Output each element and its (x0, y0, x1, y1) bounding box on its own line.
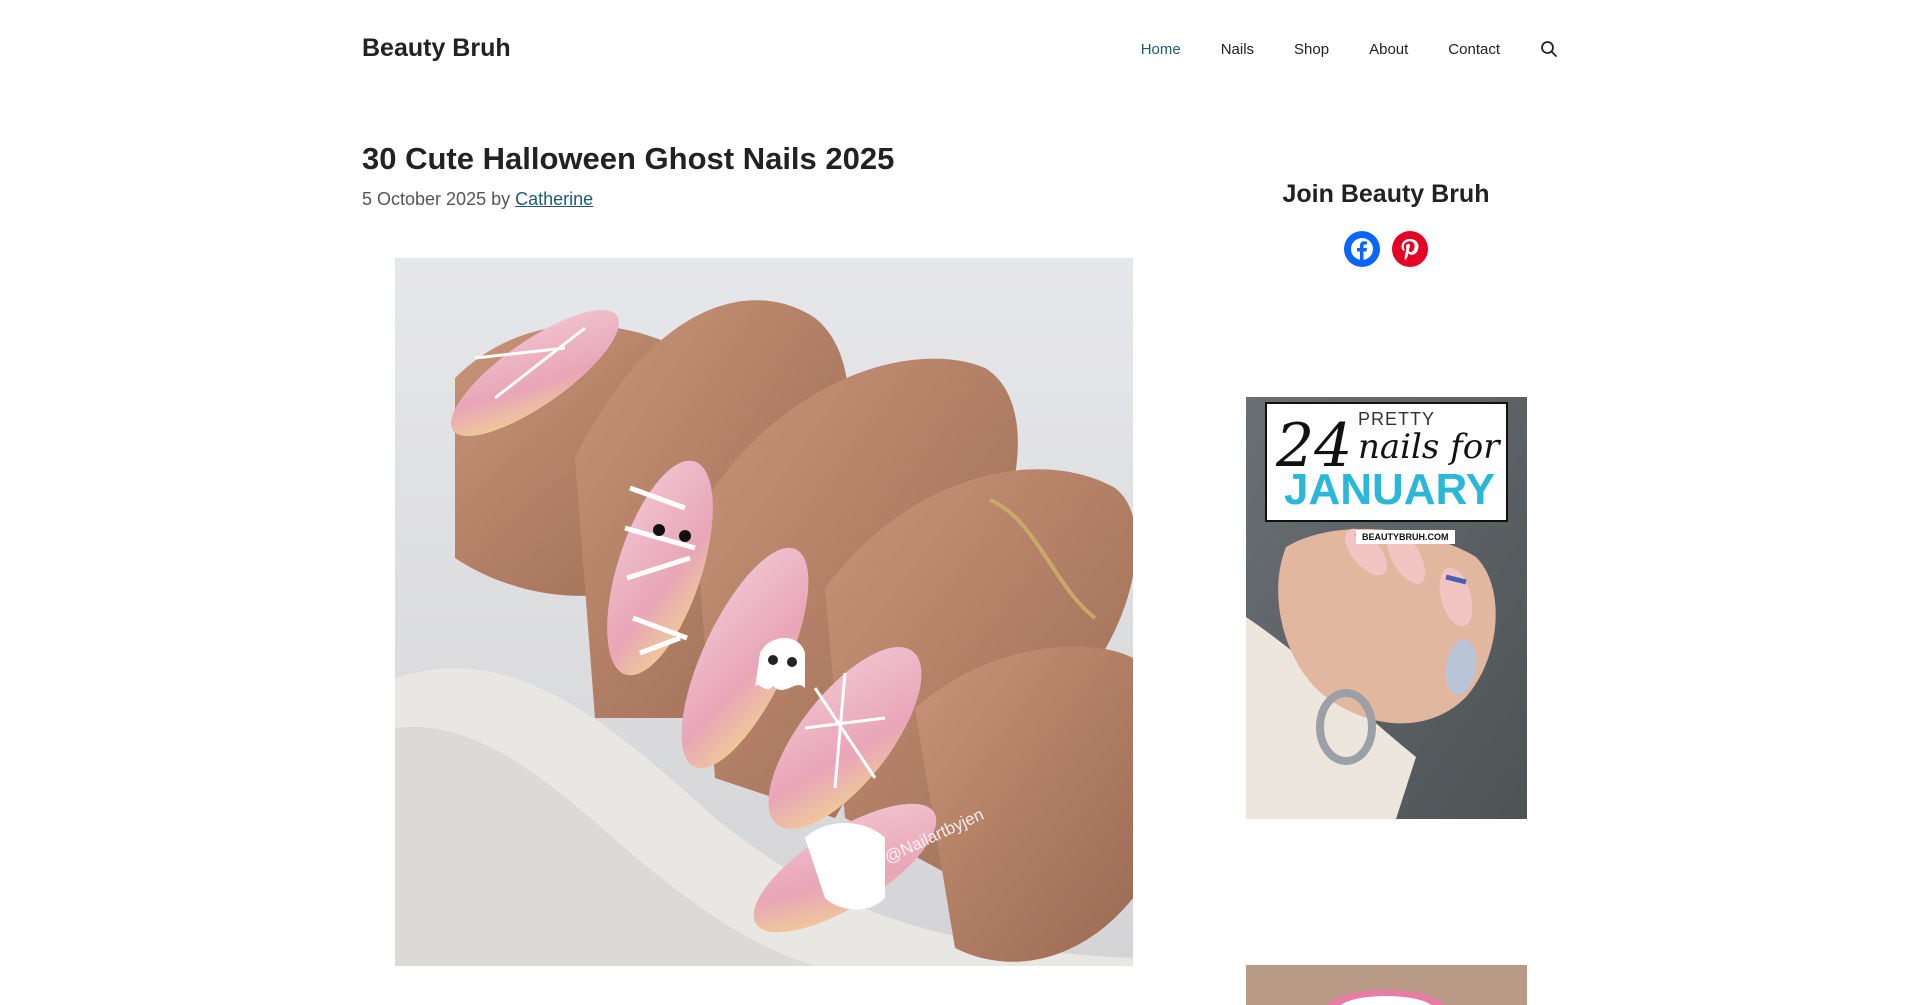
post-date: 5 October 2025 (362, 189, 487, 209)
ad-banner-january-nails[interactable] (1246, 397, 1527, 819)
ad-banner-second[interactable] (1246, 965, 1527, 1005)
post-featured-image (395, 258, 1133, 966)
nav-shop[interactable]: Shop (1294, 41, 1329, 58)
pinterest-icon[interactable] (1392, 231, 1428, 267)
main-nav: Home Nails Shop About Contact (1101, 40, 1558, 58)
author-link[interactable]: Catherine (515, 189, 593, 209)
widget-title: Join Beauty Bruh (1282, 180, 1490, 208)
nav-nails[interactable]: Nails (1221, 41, 1254, 58)
site-header: Beauty Bruh Home Nails Shop About Contac… (0, 0, 1920, 100)
nav-about[interactable]: About (1369, 41, 1408, 58)
nav-contact[interactable]: Contact (1448, 41, 1500, 58)
post-title: 30 Cute Halloween Ghost Nails 2025 (362, 141, 895, 176)
nav-home[interactable]: Home (1141, 41, 1181, 58)
facebook-icon[interactable] (1344, 231, 1380, 267)
site-title[interactable]: Beauty Bruh (362, 34, 511, 63)
post-meta: 5 October 2025 by Catherine (362, 189, 593, 210)
search-icon[interactable] (1540, 40, 1558, 58)
ad-domain: BEAUTYBRUH.COM (1356, 530, 1455, 544)
post-by: by (491, 189, 511, 209)
